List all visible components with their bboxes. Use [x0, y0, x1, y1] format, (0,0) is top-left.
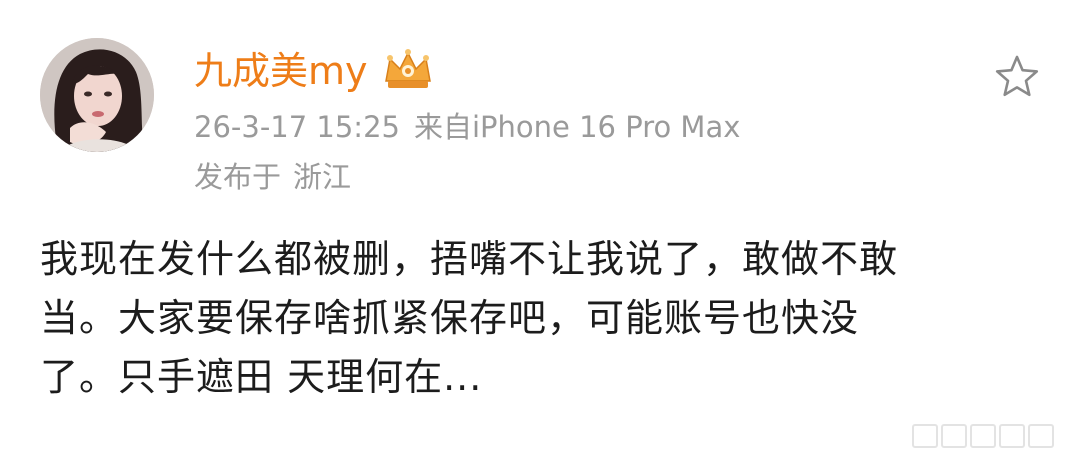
post-location: 发布于 浙江 — [194, 157, 351, 197]
post-source: 来自iPhone 16 Pro Max — [413, 110, 741, 144]
avatar[interactable] — [40, 38, 154, 152]
post-timestamp: 26-3-17 15:25 — [194, 110, 400, 144]
location-prefix: 发布于 — [194, 160, 282, 194]
watermark — [912, 424, 1054, 450]
favorite-button[interactable] — [994, 53, 1040, 99]
post-meta: 26-3-17 15:25 来自iPhone 16 Pro Max — [194, 107, 740, 147]
location-region: 浙江 — [293, 160, 352, 194]
vip-crown-icon[interactable] — [382, 47, 434, 95]
star-outline-icon — [995, 55, 1039, 97]
post-content: 我现在发什么都被删，捂嘴不让我说了，敢做不敢 当。大家要保存啥抓紧保存吧，可能账… — [40, 237, 899, 399]
username[interactable]: 九成美my — [194, 46, 368, 96]
